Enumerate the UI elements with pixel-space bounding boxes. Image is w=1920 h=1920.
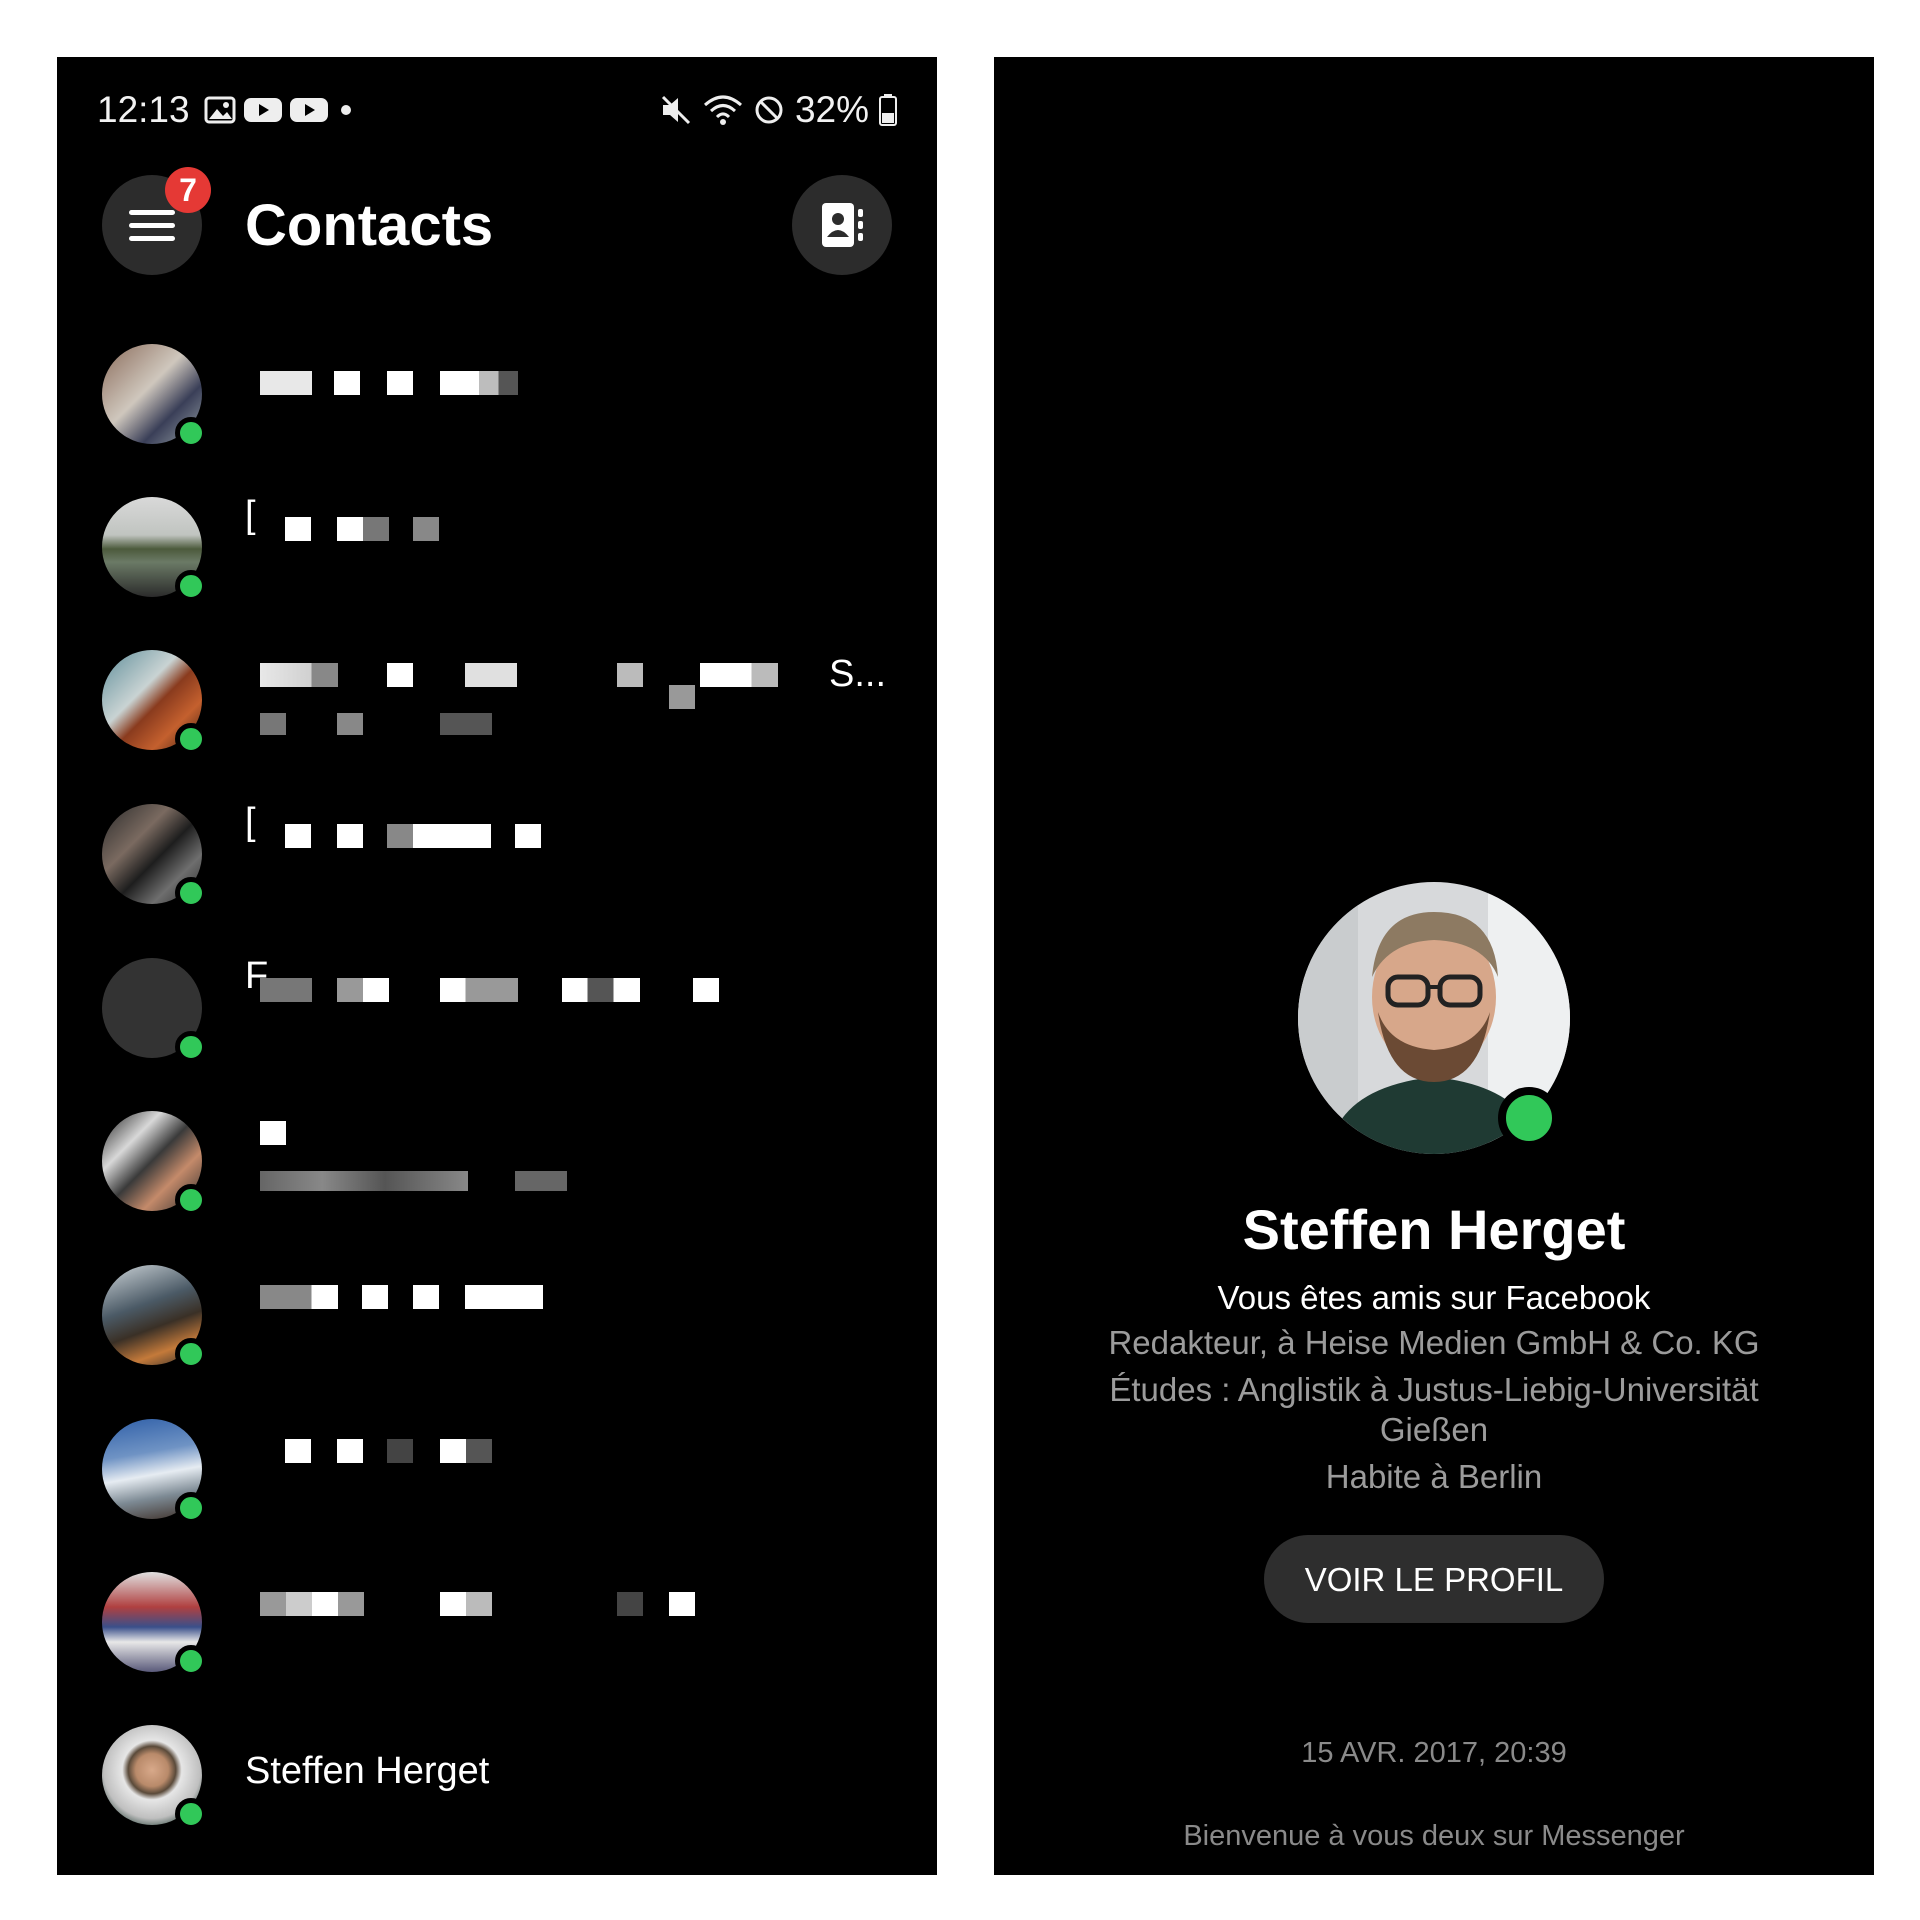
friendship-status: Vous êtes amis sur Facebook <box>1217 1279 1651 1316</box>
contact-name: Steffen Herget <box>245 1750 490 1792</box>
hamburger-icon <box>129 210 175 242</box>
online-indicator <box>175 1338 207 1370</box>
contacts-screen: 12:13 32% 7 Contacts [S... [F Steffen … <box>57 57 937 1875</box>
profile-studies: Études : Anglistik à Justus-Liebig-Unive… <box>1109 1371 1759 1408</box>
profile-studies-cont: Gießen <box>1379 1411 1489 1448</box>
youtube-icon <box>243 98 282 122</box>
mute-icon <box>661 95 690 125</box>
online-indicator <box>175 877 207 909</box>
online-indicator <box>175 570 207 602</box>
online-indicator <box>175 417 207 449</box>
contact-row[interactable] <box>57 1547 937 1697</box>
address-book-icon <box>822 203 863 247</box>
online-indicator <box>175 1184 207 1216</box>
contact-row[interactable] <box>57 1394 937 1544</box>
online-indicator <box>175 1492 207 1524</box>
contact-row[interactable]: S... <box>57 625 937 775</box>
contact-row[interactable] <box>57 1086 937 1236</box>
wifi-icon <box>703 95 742 125</box>
address-book-button[interactable] <box>792 175 892 275</box>
contact-row[interactable] <box>57 1240 937 1390</box>
online-indicator <box>1498 1087 1560 1149</box>
welcome-message: Bienvenue à vous deux sur Messenger <box>1183 1820 1685 1852</box>
profile-work: Redakteur, à Heise Medien GmbH & Co. KG <box>1108 1324 1760 1361</box>
battery-percent: 32% <box>794 89 869 130</box>
profile-screen: Steffen Herget Vous êtes amis sur Facebo… <box>994 57 1874 1875</box>
conversation-timestamp: 15 AVR. 2017, 20:39 <box>1301 1737 1567 1769</box>
do-not-disturb-icon <box>755 96 783 124</box>
contact-name: S... <box>829 653 887 695</box>
gallery-icon <box>204 96 236 124</box>
contact-row[interactable]: Steffen Herget <box>57 1700 937 1850</box>
notification-dot-icon <box>340 105 351 115</box>
contact-name: [ <box>245 801 256 843</box>
profile-name: Steffen Herget <box>1242 1198 1626 1261</box>
online-indicator <box>175 723 207 755</box>
view-profile-button[interactable]: VOIR LE PROFIL <box>1264 1535 1604 1623</box>
youtube-icon <box>289 98 328 122</box>
battery-icon <box>879 94 897 126</box>
online-indicator <box>175 1798 207 1830</box>
contact-row[interactable] <box>57 319 937 469</box>
online-indicator <box>175 1645 207 1677</box>
online-indicator <box>175 1031 207 1063</box>
contact-row[interactable]: F <box>57 933 937 1083</box>
contact-name: [ <box>245 494 256 536</box>
contact-row[interactable]: [ <box>57 472 937 622</box>
status-bar: 12:13 32% <box>97 87 897 133</box>
contact-row[interactable]: [ <box>57 779 937 929</box>
profile-location: Habite à Berlin <box>1325 1458 1543 1495</box>
notification-badge: 7 <box>165 167 211 213</box>
page-title: Contacts <box>245 193 494 258</box>
status-time: 12:13 <box>97 89 190 130</box>
